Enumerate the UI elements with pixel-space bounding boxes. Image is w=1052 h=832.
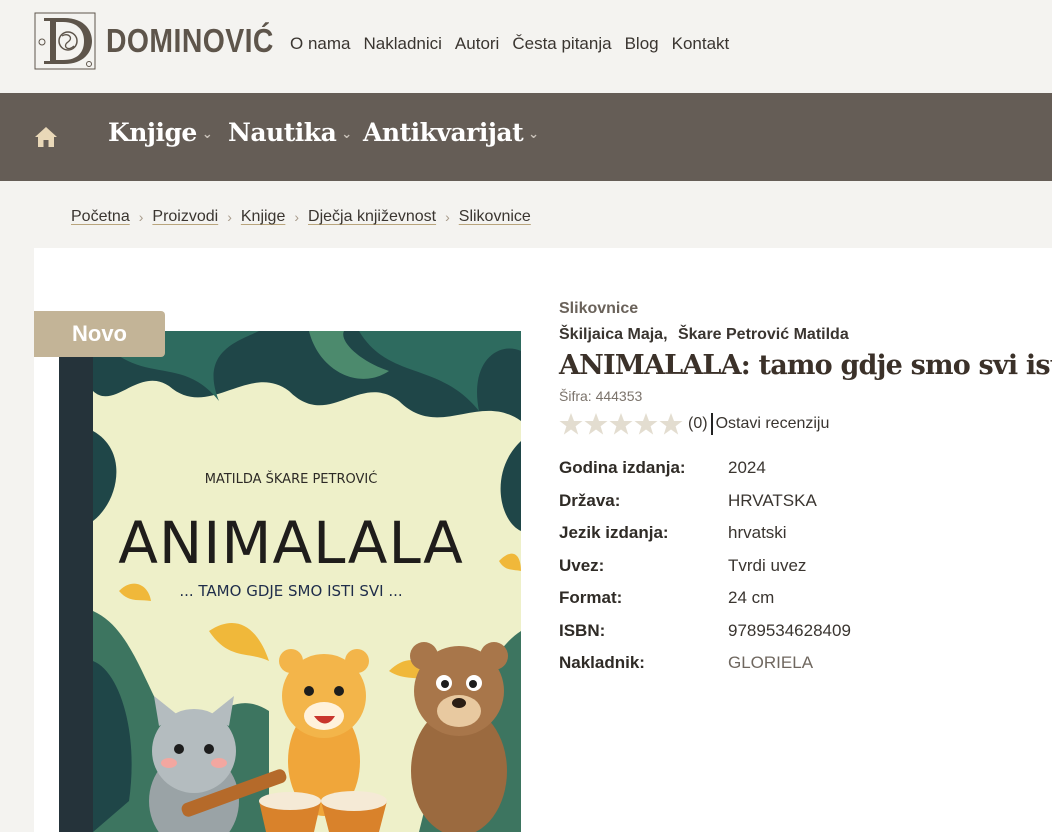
cover-title: ANIMALALA xyxy=(118,509,464,577)
publisher-link[interactable]: GLORIELA xyxy=(728,653,851,686)
star-icon[interactable] xyxy=(634,412,658,436)
spec-label: Država: xyxy=(559,490,621,510)
nav-link-kontakt[interactable]: Kontakt xyxy=(672,34,730,54)
breadcrumb: Početna › Proizvodi › Knjige › Dječja kn… xyxy=(71,208,531,226)
spec-label: Nakladnik: xyxy=(559,653,645,672)
product-cover-image[interactable]: MATILDA ŠKARE PETROVIĆ ANIMALALA ... TAM… xyxy=(59,331,521,832)
breadcrumb-knjige[interactable]: Knjige xyxy=(241,208,285,226)
product-rating: (0) Ostavi recenziju xyxy=(559,412,1039,436)
spec-value: HRVATSKA xyxy=(728,490,817,510)
spec-label: ISBN: xyxy=(559,620,606,640)
star-icon[interactable] xyxy=(584,412,608,436)
leave-review-link[interactable]: Ostavi recenziju xyxy=(716,415,830,433)
spec-row: Godina izdanja: 2024 xyxy=(559,458,851,491)
star-icon[interactable] xyxy=(559,412,583,436)
chevron-down-icon: ⌄ xyxy=(201,127,213,142)
spec-value: 2024 xyxy=(728,458,766,477)
spec-row: Jezik izdanja: hrvatski xyxy=(559,523,851,556)
chevron-right-icon: › xyxy=(445,209,450,225)
chevron-right-icon: › xyxy=(227,209,232,225)
nav-link-nakladnici[interactable]: Nakladnici xyxy=(363,34,441,54)
home-icon[interactable] xyxy=(34,126,58,148)
product-category[interactable]: Slikovnice xyxy=(559,300,1039,318)
brand-name[interactable]: DOMINOVIĆ xyxy=(106,22,274,60)
new-badge: Novo xyxy=(34,311,165,357)
cover-bear-illustration xyxy=(410,642,508,832)
nav-link-blog[interactable]: Blog xyxy=(625,34,659,54)
cover-author: MATILDA ŠKARE PETROVIĆ xyxy=(205,471,378,487)
category-label: Nautika xyxy=(228,118,337,147)
logo-monogram-icon[interactable] xyxy=(34,12,96,70)
breadcrumb-djecja-knjizevnost[interactable]: Dječja književnost xyxy=(308,208,436,226)
product-specs: Godina izdanja: 2024 Država: HRVATSKA Je… xyxy=(559,458,851,686)
spec-row: Država: HRVATSKA xyxy=(559,491,851,524)
category-label: Antikvarijat xyxy=(363,118,524,147)
spec-label: Format: xyxy=(559,588,623,607)
spec-value: Tvrdi uvez xyxy=(728,555,807,575)
cover-subtitle: ... TAMO GDJE SMO ISTI SVI ... xyxy=(179,582,402,600)
spec-value: hrvatski xyxy=(728,523,787,542)
spec-row: Format: 24 cm xyxy=(559,588,851,621)
spec-row: ISBN: 9789534628409 xyxy=(559,621,851,654)
site-header: DOMINOVIĆ O nama Nakladnici Autori Česta… xyxy=(0,0,1052,93)
chevron-right-icon: › xyxy=(294,209,300,225)
breadcrumb-slikovnice[interactable]: Slikovnice xyxy=(459,208,531,226)
breadcrumb-pocetna[interactable]: Početna xyxy=(71,208,130,226)
category-knjige[interactable]: Knjige ⌄ xyxy=(108,118,213,147)
nav-link-o-nama[interactable]: O nama xyxy=(290,34,350,54)
rating-divider xyxy=(710,413,713,435)
category-antikvarijat[interactable]: Antikvarijat ⌄ xyxy=(363,118,539,147)
product-info: Slikovnice Škiljaica Maja, Škare Petrovi… xyxy=(559,300,1052,686)
author-link[interactable]: Škiljaica Maja, xyxy=(559,326,668,343)
spec-value: 9789534628409 xyxy=(728,620,851,640)
star-icon[interactable] xyxy=(609,412,633,436)
product-title: ANIMALALA: tamo gdje smo svi isti xyxy=(559,350,1052,381)
nav-link-autori[interactable]: Autori xyxy=(455,34,499,54)
spec-label: Godina izdanja: xyxy=(559,458,686,477)
chevron-right-icon: › xyxy=(138,209,144,225)
star-icon[interactable] xyxy=(659,412,683,436)
product-authors: Škiljaica Maja, Škare Petrović Matilda xyxy=(559,326,1039,344)
rating-stars[interactable] xyxy=(559,412,683,436)
category-label: Knjige xyxy=(108,118,197,147)
rating-count: (0) xyxy=(688,415,708,432)
nav-link-cesta-pitanja[interactable]: Česta pitanja xyxy=(512,34,611,54)
spec-row: Uvez: Tvrdi uvez xyxy=(559,556,851,589)
spec-label: Jezik izdanja: xyxy=(559,523,669,542)
top-navigation: O nama Nakladnici Autori Česta pitanja B… xyxy=(290,34,742,54)
chevron-down-icon: ⌄ xyxy=(528,127,539,142)
chevron-down-icon: ⌄ xyxy=(341,127,352,142)
breadcrumb-proizvodi[interactable]: Proizvodi xyxy=(152,208,218,226)
category-nautika[interactable]: Nautika ⌄ xyxy=(228,118,352,147)
spec-value: 24 cm xyxy=(728,588,775,607)
author-link[interactable]: Škare Petrović Matilda xyxy=(678,326,849,343)
product-sku: Šifra: 444353 xyxy=(559,388,643,404)
spec-label: Uvez: xyxy=(559,555,605,575)
spec-row: Nakladnik: GLORIELA xyxy=(559,653,851,686)
